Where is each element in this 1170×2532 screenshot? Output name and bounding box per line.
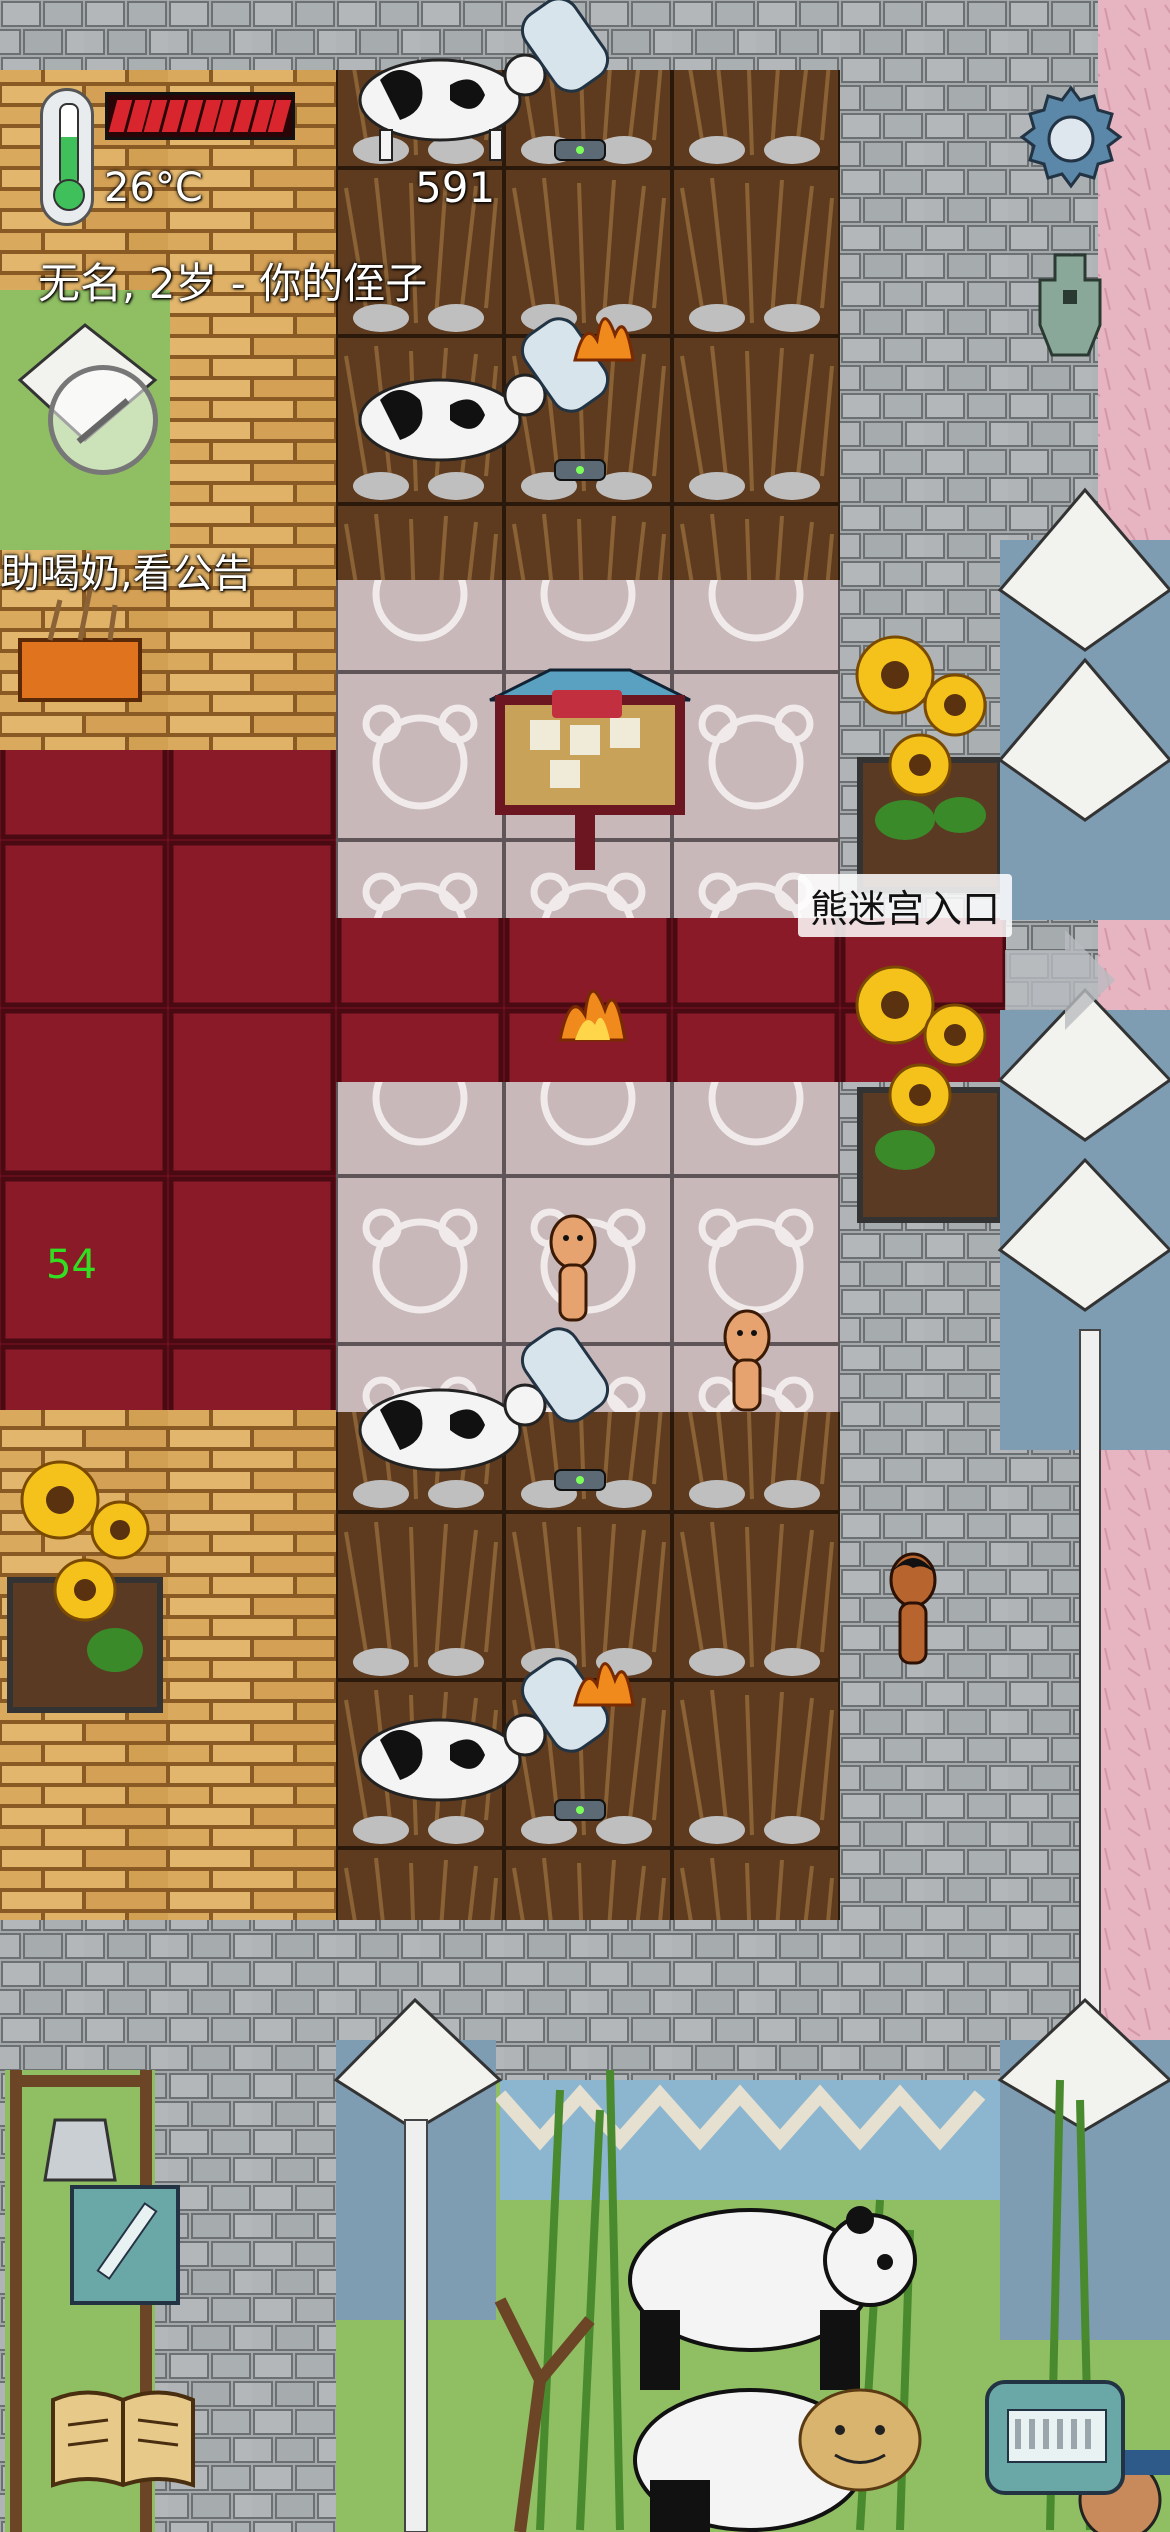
temperature-gauge <box>40 88 94 226</box>
ancient-coin-icon[interactable] <box>1035 250 1105 360</box>
game-world[interactable] <box>0 0 1170 2532</box>
thermometer-icon <box>59 103 79 187</box>
keyboard-icon[interactable] <box>985 2380 1125 2495</box>
food-bar <box>105 92 295 140</box>
fence-post <box>404 2119 428 2532</box>
year-counter: 591 <box>415 163 496 212</box>
pencil-icon[interactable] <box>70 2185 180 2305</box>
book-icon[interactable] <box>48 2385 198 2495</box>
stone-floor-top-left <box>0 0 336 70</box>
temperature-text: 26°C <box>104 165 203 211</box>
red-carpet <box>0 750 336 1410</box>
gear-icon[interactable] <box>1012 80 1130 198</box>
no-speech-icon[interactable] <box>48 365 158 475</box>
npc-potato-face[interactable] <box>798 2388 922 2492</box>
player-status: 无名, 2岁 - 你的侄子 <box>38 259 428 308</box>
maze-entrance-sign: 熊迷宫入口 <box>798 874 1013 937</box>
action-hint: 助喝奶,看公告 <box>0 551 253 597</box>
debug-counter: 54 <box>46 1242 97 1288</box>
